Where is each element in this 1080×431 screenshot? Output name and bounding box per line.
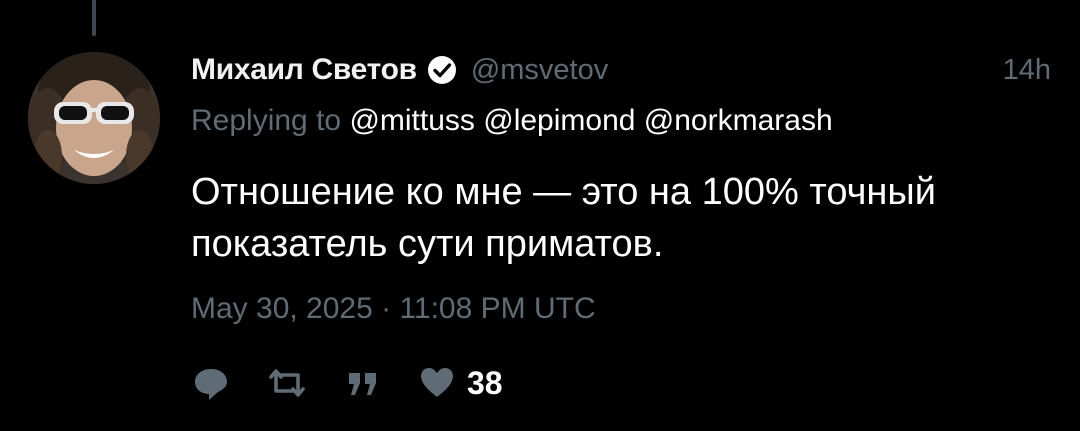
- retweet-button[interactable]: [265, 363, 309, 403]
- like-count: 38: [467, 364, 503, 401]
- tweet-actions: 38: [191, 360, 537, 406]
- mention-link[interactable]: @norkmarash: [644, 104, 833, 137]
- retweet-icon: [269, 369, 305, 397]
- thread-connector-line: [92, 0, 96, 36]
- replying-to-label: Replying to: [191, 104, 342, 137]
- like-button[interactable]: 38: [417, 363, 503, 403]
- mention-link[interactable]: @lepimond: [483, 104, 635, 137]
- mention-link[interactable]: @mittuss: [349, 104, 474, 137]
- relative-time[interactable]: 14h: [1003, 54, 1051, 87]
- quote-icon: [349, 373, 376, 395]
- heart-icon: [421, 368, 453, 397]
- replying-to-line: Replying to @mittuss @lepimond @norkmara…: [191, 104, 833, 138]
- display-name[interactable]: Михаил Светов: [191, 53, 417, 87]
- quote-button[interactable]: [343, 363, 383, 403]
- tweet-timestamp[interactable]: May 30, 2025 · 11:08 PM UTC: [191, 292, 596, 326]
- avatar[interactable]: [28, 52, 160, 184]
- user-handle[interactable]: @msvetov: [471, 54, 608, 87]
- tweet-text: Отношение ко мне — это на 100% точный по…: [191, 171, 936, 265]
- comment-bubble-icon: [195, 369, 227, 400]
- avatar-image: [28, 52, 160, 184]
- verified-badge-icon: [427, 55, 457, 85]
- tweet-header: Михаил Светов @msvetov 14h: [191, 50, 1051, 90]
- reply-button[interactable]: [191, 363, 231, 403]
